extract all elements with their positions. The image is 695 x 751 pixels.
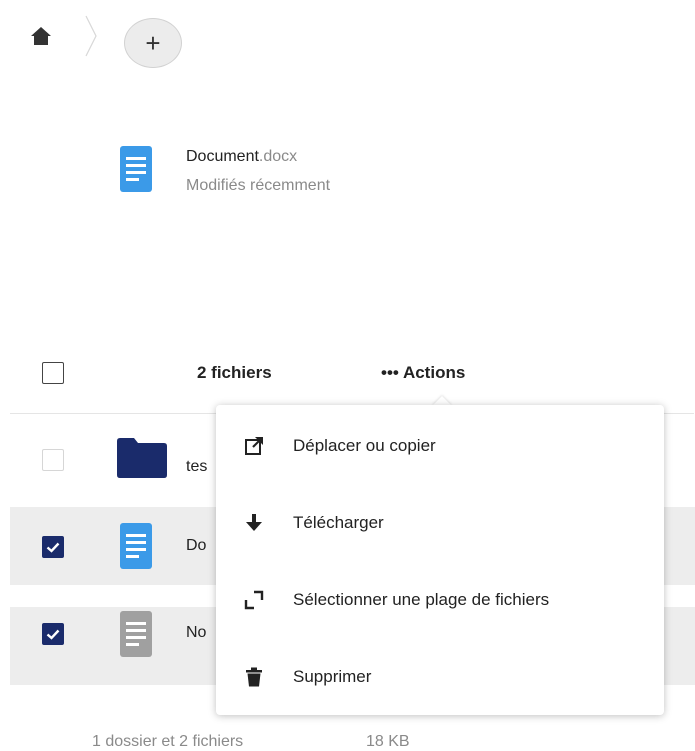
external-link-icon: [242, 434, 266, 458]
footer-size: 18 KB: [366, 733, 410, 750]
actions-button[interactable]: ••• Actions: [381, 363, 465, 383]
actions-menu: Déplacer ou copier Télécharger Sélection…: [216, 405, 664, 715]
row-file-name[interactable]: No: [186, 624, 206, 642]
row-checkbox[interactable]: [42, 623, 64, 645]
text-file-icon[interactable]: [120, 611, 152, 657]
row-file-name[interactable]: tes: [186, 458, 207, 476]
checkmark-icon: [46, 542, 60, 553]
row-file-name[interactable]: Do: [186, 537, 206, 555]
row-checkbox[interactable]: [42, 449, 64, 471]
recent-file-basename: Document: [186, 148, 259, 165]
menu-item-label: Supprimer: [293, 666, 372, 686]
download-icon: [242, 511, 266, 535]
plus-icon: +: [145, 27, 161, 58]
menu-item-delete[interactable]: Supprimer: [216, 638, 664, 715]
row-checkbox[interactable]: [42, 536, 64, 558]
home-icon[interactable]: [30, 26, 52, 46]
menu-item-select-range[interactable]: Sélectionner une plage de fichiers: [216, 561, 664, 638]
menu-item-label: Sélectionner une plage de fichiers: [293, 589, 550, 609]
recent-file-name[interactable]: Document.docx: [186, 148, 297, 166]
menu-item-download[interactable]: Télécharger: [216, 484, 664, 561]
menu-item-move-copy[interactable]: Déplacer ou copier: [216, 407, 664, 484]
recent-file-extension: .docx: [258, 148, 298, 165]
selected-count: 2 fichiers: [197, 363, 272, 382]
menu-item-label: Déplacer ou copier: [293, 435, 436, 455]
breadcrumb-separator-icon: [84, 14, 98, 58]
select-all-checkbox[interactable]: [42, 362, 64, 384]
select-range-icon: [242, 588, 266, 612]
recent-subtitle: Modifiés récemment: [186, 177, 331, 194]
document-icon[interactable]: [120, 146, 152, 192]
menu-item-label: Télécharger: [293, 512, 384, 532]
footer-summary: 1 dossier et 2 fichiers: [92, 733, 244, 750]
trash-icon: [242, 665, 266, 689]
checkmark-icon: [46, 629, 60, 640]
folder-icon[interactable]: [117, 438, 167, 478]
document-icon[interactable]: [120, 523, 152, 569]
new-button[interactable]: +: [124, 18, 182, 68]
